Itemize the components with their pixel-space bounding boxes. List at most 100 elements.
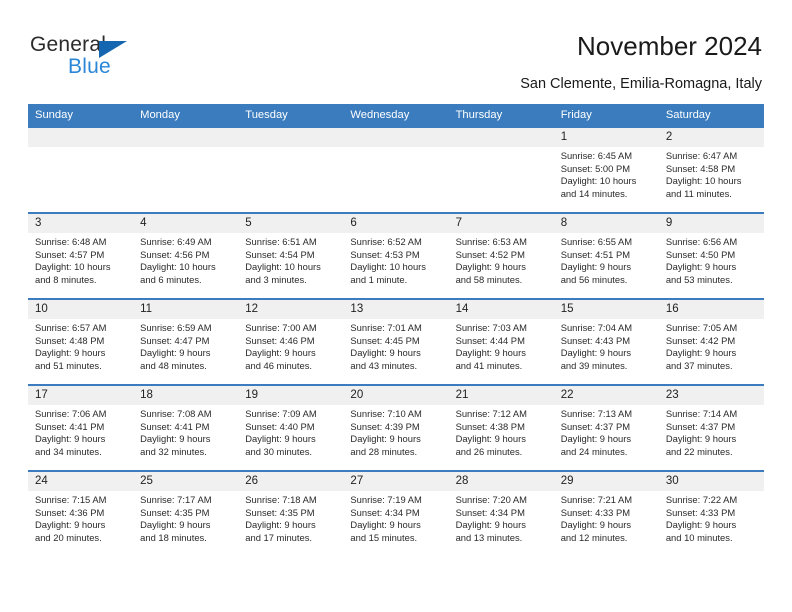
sunrise-text: Sunrise: 7:08 AM: [140, 408, 212, 419]
day-number: 13: [343, 300, 449, 319]
sunset-text: Sunset: 4:35 PM: [140, 506, 210, 518]
day-details: Sunrise: 7:01 AM Sunset: 4:45 PM Daylight:…: [343, 319, 448, 372]
calendar-day-cell[interactable]: 28 Sunrise: 7:20 AM Sunset: 4:34 PM Dayligh…: [448, 470, 554, 556]
sunset-text: Sunset: 4:58 PM: [665, 162, 736, 174]
daylight-text-line1: Daylight: 10 hours: [245, 261, 321, 273]
daylight-text-line2: and 6 minutes.: [140, 273, 202, 285]
daylight-text-line2: and 28 minutes.: [350, 445, 418, 457]
day-number: 30: [658, 472, 764, 491]
sunrise-text: Sunrise: 6:47 AM: [665, 150, 738, 161]
calendar-day-cell[interactable]: 14 Sunrise: 7:03 AM Sunset: 4:44 PM Dayligh…: [448, 298, 554, 385]
calendar-day-cell[interactable]: 10 Sunrise: 6:57 AM Sunset: 4:48 PM Dayligh…: [28, 298, 134, 385]
daylight-text-line1: Daylight: 9 hours: [245, 519, 316, 531]
calendar-day-cell[interactable]: 25 Sunrise: 7:17 AM Sunset: 4:35 PM Dayligh…: [133, 470, 239, 556]
daylight-text-line1: Daylight: 9 hours: [560, 261, 632, 273]
daylight-text-line1: Daylight: 9 hours: [245, 433, 316, 445]
daylight-text-line2: and 30 minutes.: [245, 445, 312, 457]
daylight-text-line2: and 26 minutes.: [455, 445, 523, 457]
sunset-text: Sunset: 4:57 PM: [35, 248, 105, 260]
day-number: 16: [658, 300, 764, 319]
day-number: 28: [448, 472, 554, 491]
daylight-text-line2: and 14 minutes.: [560, 187, 628, 199]
sunrise-text: Sunrise: 7:18 AM: [245, 494, 317, 505]
sunrise-text: Sunrise: 7:17 AM: [140, 494, 212, 505]
daylight-text-line2: and 46 minutes.: [245, 359, 312, 371]
daylight-text-line1: Daylight: 9 hours: [455, 433, 526, 445]
weekday-header-wednesday: Wednesday: [343, 104, 449, 127]
weekday-header-monday: Monday: [133, 104, 239, 127]
daylight-text-line1: Daylight: 9 hours: [665, 433, 737, 445]
sunset-text: Sunset: 4:42 PM: [665, 334, 736, 346]
calendar-day-cell[interactable]: 21 Sunrise: 7:12 AM Sunset: 4:38 PM Dayligh…: [448, 384, 554, 471]
sunrise-text: Sunrise: 7:04 AM: [560, 322, 633, 333]
calendar-day-cell[interactable]: 30 Sunrise: 7:22 AM Sunset: 4:33 PM Dayligh…: [658, 470, 764, 556]
calendar-day-cell[interactable]: 6 Sunrise: 6:52 AM Sunset: 4:53 PM Daylight…: [343, 212, 449, 299]
day-details: Sunrise: 6:51 AM Sunset: 4:54 PM Daylight:…: [238, 233, 343, 286]
day-number: 20: [343, 386, 449, 405]
calendar-day-cell[interactable]: 9 Sunrise: 6:56 AM Sunset: 4:50 PM Daylight…: [658, 212, 764, 299]
daylight-text-line1: Daylight: 9 hours: [350, 433, 421, 445]
calendar-day-cell[interactable]: 8 Sunrise: 6:55 AM Sunset: 4:51 PM Daylight…: [553, 212, 659, 299]
calendar-day-cell[interactable]: 4 Sunrise: 6:49 AM Sunset: 4:56 PM Daylight…: [133, 212, 239, 299]
day-details: Sunrise: 7:14 AM Sunset: 4:37 PM Daylight:…: [659, 405, 764, 458]
calendar-day-cell[interactable]: 24 Sunrise: 7:15 AM Sunset: 4:36 PM Dayligh…: [28, 470, 134, 556]
sunrise-text: Sunrise: 7:19 AM: [350, 494, 422, 505]
daylight-text-line2: and 18 minutes.: [140, 531, 207, 543]
calendar-day-cell[interactable]: 19 Sunrise: 7:09 AM Sunset: 4:40 PM Dayligh…: [238, 384, 344, 471]
calendar-day-cell[interactable]: 27 Sunrise: 7:19 AM Sunset: 4:34 PM Dayligh…: [343, 470, 449, 556]
sunrise-text: Sunrise: 7:15 AM: [35, 494, 107, 505]
day-details: Sunrise: 7:10 AM Sunset: 4:39 PM Daylight:…: [343, 405, 448, 458]
daylight-text-line2: and 3 minutes.: [245, 273, 307, 285]
calendar-day-cell[interactable]: 23 Sunrise: 7:14 AM Sunset: 4:37 PM Dayligh…: [658, 384, 764, 471]
daylight-text-line1: Daylight: 10 hours: [665, 175, 742, 187]
calendar-day-cell[interactable]: 5 Sunrise: 6:51 AM Sunset: 4:54 PM Daylight…: [238, 212, 344, 299]
day-number: 14: [448, 300, 554, 319]
calendar-day-cell[interactable]: 29 Sunrise: 7:21 AM Sunset: 4:33 PM Dayligh…: [553, 470, 659, 556]
calendar-day-cell[interactable]: 15 Sunrise: 7:04 AM Sunset: 4:43 PM Dayligh…: [553, 298, 659, 385]
general-blue-logo[interactable]: General Blue: [30, 33, 190, 83]
day-number: 22: [553, 386, 659, 405]
sunrise-text: Sunrise: 7:09 AM: [245, 408, 317, 419]
day-details: Sunrise: 6:47 AM Sunset: 4:58 PM Daylight:…: [659, 147, 764, 200]
day-number: 18: [133, 386, 239, 405]
sunset-text: Sunset: 4:53 PM: [350, 248, 420, 260]
day-number: 8: [553, 214, 659, 233]
day-number: 12: [238, 300, 344, 319]
sunrise-text: Sunrise: 7:00 AM: [245, 322, 317, 333]
sunset-text: Sunset: 4:37 PM: [665, 420, 736, 432]
calendar-day-cell[interactable]: 3 Sunrise: 6:48 AM Sunset: 4:57 PM Daylight…: [28, 212, 134, 299]
calendar-day-cell[interactable]: 13 Sunrise: 7:01 AM Sunset: 4:45 PM Dayligh…: [343, 298, 449, 385]
calendar-day-cell[interactable]: 12 Sunrise: 7:00 AM Sunset: 4:46 PM Dayligh…: [238, 298, 344, 385]
sunrise-text: Sunrise: 7:05 AM: [665, 322, 738, 333]
daylight-text-line2: and 48 minutes.: [140, 359, 207, 371]
daylight-text-line1: Daylight: 9 hours: [665, 519, 737, 531]
daylight-text-line1: Daylight: 9 hours: [140, 347, 211, 359]
calendar-day-cell[interactable]: 20 Sunrise: 7:10 AM Sunset: 4:39 PM Dayligh…: [343, 384, 449, 471]
calendar-day-cell[interactable]: 16 Sunrise: 7:05 AM Sunset: 4:42 PM Dayligh…: [658, 298, 764, 385]
calendar-week-row: 1 Sunrise: 6:45 AM Sunset: 5:00 PM Daylight…: [28, 126, 764, 213]
daylight-text-line1: Daylight: 9 hours: [455, 347, 526, 359]
day-details: Sunrise: 7:15 AM Sunset: 4:36 PM Daylight:…: [28, 491, 133, 544]
daylight-text-line1: Daylight: 9 hours: [665, 261, 737, 273]
daylight-text-line1: Daylight: 10 hours: [35, 261, 111, 273]
calendar-day-cell[interactable]: 1 Sunrise: 6:45 AM Sunset: 5:00 PM Daylight…: [553, 126, 659, 213]
calendar-day-cell[interactable]: 18 Sunrise: 7:08 AM Sunset: 4:41 PM Dayligh…: [133, 384, 239, 471]
day-details: Sunrise: 7:06 AM Sunset: 4:41 PM Daylight:…: [28, 405, 133, 458]
calendar-day-cell-empty: [238, 126, 344, 213]
sunset-text: Sunset: 4:40 PM: [245, 420, 315, 432]
calendar-day-cell[interactable]: 17 Sunrise: 7:06 AM Sunset: 4:41 PM Dayligh…: [28, 384, 134, 471]
weekday-header-saturday: Saturday: [658, 104, 764, 127]
sunset-text: Sunset: 4:54 PM: [245, 248, 315, 260]
calendar-day-cell[interactable]: 7 Sunrise: 6:53 AM Sunset: 4:52 PM Daylight…: [448, 212, 554, 299]
calendar-week-row: 3 Sunrise: 6:48 AM Sunset: 4:57 PM Daylight…: [28, 212, 764, 299]
weekday-header-row: Sunday Monday Tuesday Wednesday Thursday…: [28, 104, 764, 127]
daylight-text-line1: Daylight: 9 hours: [455, 519, 526, 531]
calendar-day-cell[interactable]: 11 Sunrise: 6:59 AM Sunset: 4:47 PM Dayligh…: [133, 298, 239, 385]
sunset-text: Sunset: 4:41 PM: [35, 420, 105, 432]
sunset-text: Sunset: 4:48 PM: [35, 334, 105, 346]
calendar-day-cell[interactable]: 2 Sunrise: 6:47 AM Sunset: 4:58 PM Daylight…: [658, 126, 764, 213]
calendar-day-cell[interactable]: 22 Sunrise: 7:13 AM Sunset: 4:37 PM Dayligh…: [553, 384, 659, 471]
calendar-day-cell[interactable]: 26 Sunrise: 7:18 AM Sunset: 4:35 PM Dayligh…: [238, 470, 344, 556]
sunset-text: Sunset: 4:44 PM: [455, 334, 525, 346]
daylight-text-line2: and 34 minutes.: [35, 445, 102, 457]
